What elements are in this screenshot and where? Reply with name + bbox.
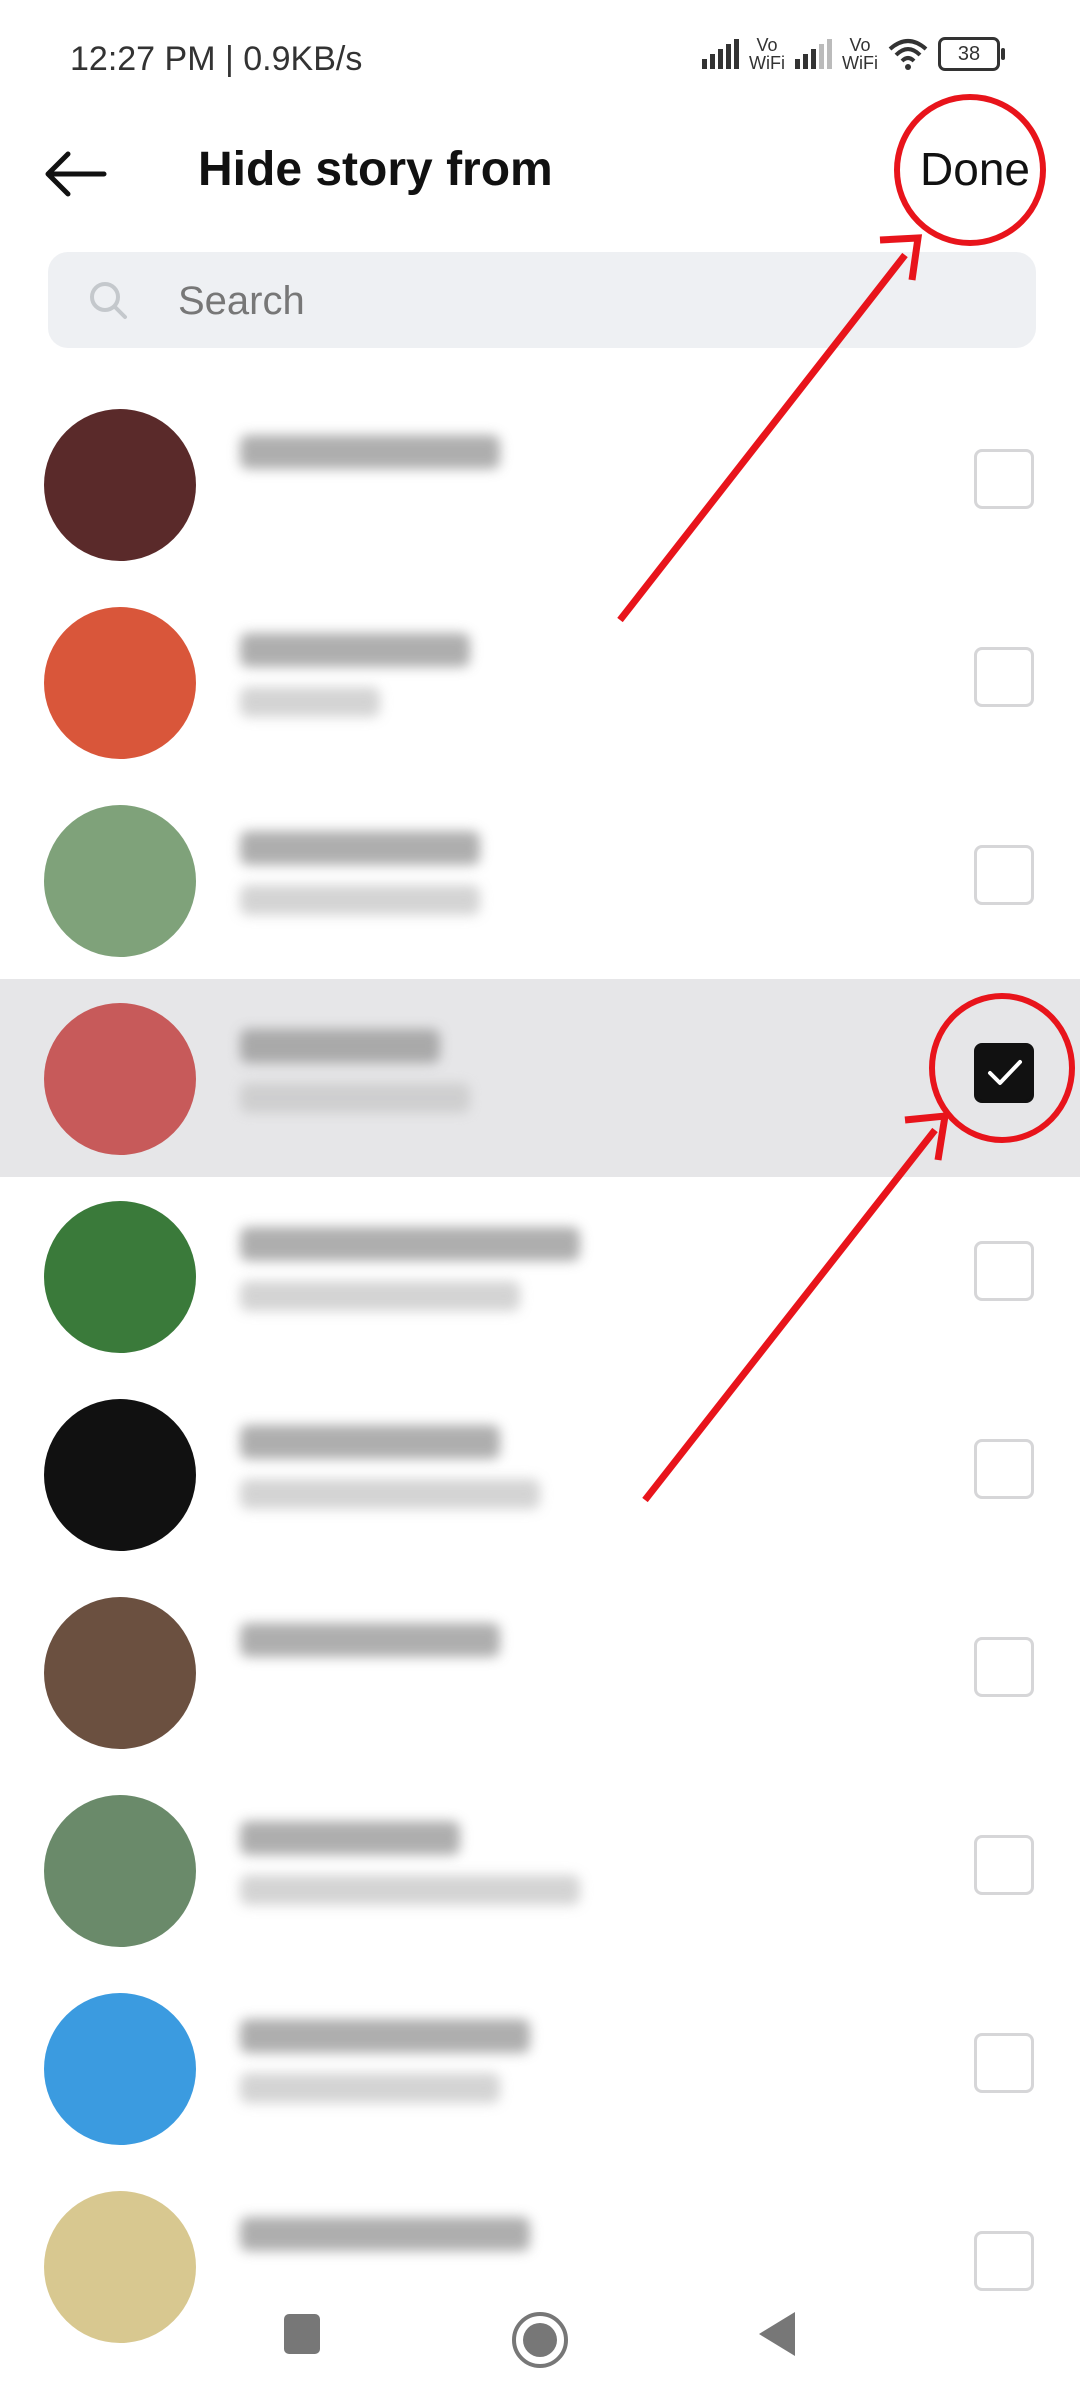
status-bar: 12:27 PM | 0.9KB/s Vo WiFi Vo WiFi 38 <box>0 0 1080 120</box>
display-name-blurred: subtitle_3 <box>240 885 480 915</box>
display-name-blurred: subtitle_4 <box>240 1083 470 1113</box>
avatar <box>44 1201 196 1353</box>
done-button[interactable]: Done <box>920 142 1030 196</box>
avatar <box>44 1597 196 1749</box>
status-time: 12:27 PM | 0.9KB/s <box>70 40 363 78</box>
wifi-icon <box>888 39 928 70</box>
vowifi-icon: Vo WiFi <box>749 35 786 73</box>
android-nav-bar <box>0 2270 1080 2400</box>
display-name-blurred: subtitle_9 <box>240 2073 500 2103</box>
list-item[interactable]: username_1 <box>0 385 1080 583</box>
top-bar: Hide story from Done <box>0 120 1080 230</box>
recents-icon[interactable] <box>280 2310 324 2360</box>
user-list: username_1 username_2 subtitle_2 username_3… <box>0 385 1080 2365</box>
checkbox[interactable] <box>974 647 1034 707</box>
checkbox[interactable] <box>974 2033 1034 2093</box>
display-name-blurred: subtitle_5 <box>240 1281 520 1311</box>
display-name-blurred: subtitle_2 <box>240 687 380 717</box>
list-item[interactable]: username_4 subtitle_4 <box>0 979 1080 1177</box>
back-button[interactable] <box>40 144 110 204</box>
list-item[interactable]: username_3 subtitle_3 <box>0 781 1080 979</box>
list-item[interactable]: username_9 subtitle_9 <box>0 1969 1080 2167</box>
back-triangle-icon[interactable] <box>755 2310 799 2360</box>
avatar <box>44 607 196 759</box>
username-blurred: username_3 <box>240 831 480 865</box>
display-name-blurred: subtitle_8 <box>240 1875 580 1905</box>
list-item[interactable]: username_8 subtitle_8 <box>0 1771 1080 1969</box>
avatar <box>44 409 196 561</box>
avatar <box>44 1003 196 1155</box>
list-item[interactable]: username_7 <box>0 1573 1080 1771</box>
username-blurred: username_7 <box>240 1623 500 1657</box>
username-blurred: username_10 <box>240 2217 530 2251</box>
checkbox[interactable] <box>974 1835 1034 1895</box>
checkbox[interactable] <box>974 1439 1034 1499</box>
avatar <box>44 1795 196 1947</box>
avatar <box>44 1993 196 2145</box>
home-icon[interactable] <box>510 2310 570 2370</box>
avatar <box>44 805 196 957</box>
status-icons: Vo WiFi Vo WiFi 38 <box>702 35 1005 73</box>
selected-checkbox[interactable] <box>974 1043 1034 1103</box>
checkbox[interactable] <box>974 449 1034 509</box>
page-title: Hide story from <box>198 143 553 196</box>
list-item[interactable]: username_2 subtitle_2 <box>0 583 1080 781</box>
username-blurred: username_9 <box>240 2019 530 2053</box>
display-name-blurred: subtitle_6 <box>240 1479 540 1509</box>
username-blurred: username_6 <box>240 1425 500 1459</box>
signal-icon <box>702 39 740 69</box>
checkbox[interactable] <box>974 1637 1034 1697</box>
search-icon <box>90 282 127 319</box>
search-input[interactable] <box>176 252 1000 350</box>
username-blurred: username_8 <box>240 1821 460 1855</box>
vowifi-icon: Vo WiFi <box>842 35 878 73</box>
list-item[interactable]: username_6 subtitle_6 <box>0 1375 1080 1573</box>
checkmark-icon <box>988 1060 1022 1085</box>
checkbox[interactable] <box>974 1241 1034 1301</box>
arrow-left-icon <box>45 151 107 197</box>
battery-icon: 38 <box>938 37 1005 71</box>
search-bar[interactable] <box>48 252 1036 350</box>
username-blurred: username_2 <box>240 633 470 667</box>
checkbox[interactable] <box>974 845 1034 905</box>
avatar <box>44 1399 196 1551</box>
list-item[interactable]: username_5 subtitle_5 <box>0 1177 1080 1375</box>
username-blurred: username_5 <box>240 1227 580 1261</box>
username-blurred: username_4 <box>240 1029 440 1063</box>
username-blurred: username_1 <box>240 435 500 469</box>
signal-icon <box>795 39 833 69</box>
